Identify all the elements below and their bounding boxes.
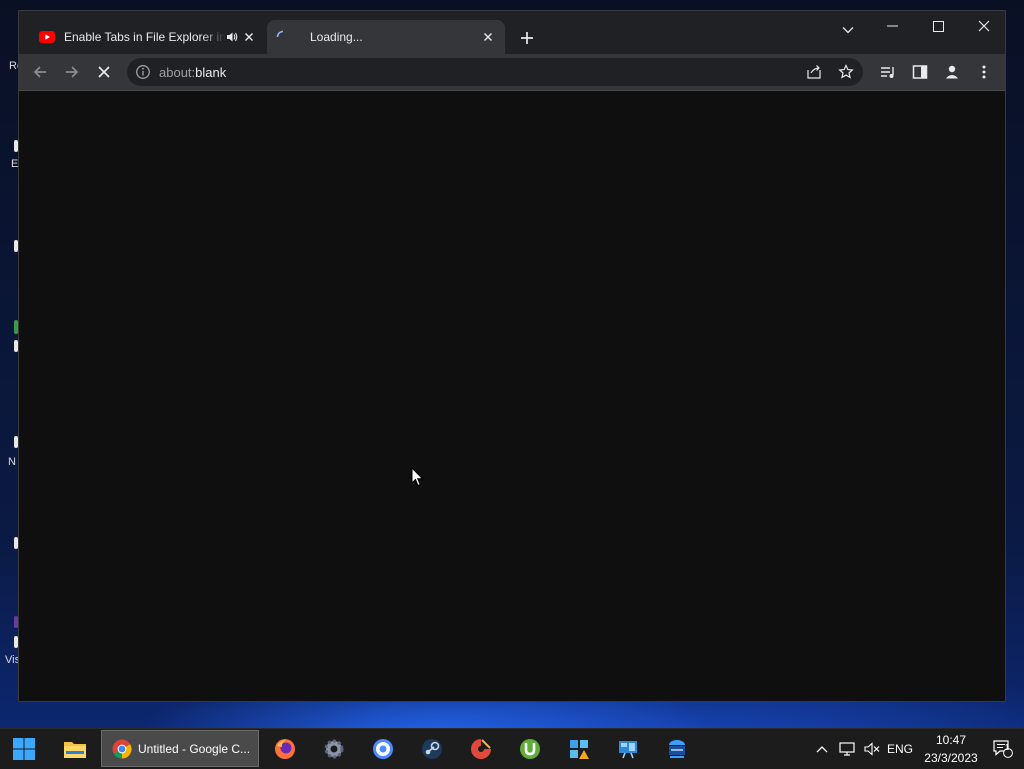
- file-explorer-icon: [64, 742, 86, 758]
- desktop-icon-recycle-bin[interactable]: Re: [0, 58, 23, 88]
- url-host: blank: [195, 65, 227, 80]
- account-icon: [945, 65, 959, 79]
- taskbar-app-grid[interactable]: [562, 733, 596, 765]
- tab-title: Loading...: [310, 30, 363, 44]
- desktop-icon-app-2[interactable]: [0, 320, 18, 352]
- opera-icon: [373, 739, 393, 759]
- utorrent-icon: [520, 739, 540, 759]
- taskbar-chrome[interactable]: Untitled - Google C...: [101, 730, 259, 767]
- kebab-menu-icon: [982, 65, 986, 79]
- close-icon: [978, 20, 990, 32]
- share-button[interactable]: [803, 61, 825, 83]
- browser-window: Enable Tabs in File Explorer in Windows …: [18, 10, 1006, 702]
- tab-title: Enable Tabs in File Explorer in Windows …: [64, 30, 226, 44]
- desktop-icon-visual-studio[interactable]: Vis: [0, 612, 20, 666]
- close-window-button[interactable]: [961, 11, 1007, 41]
- ccleaner-icon: [471, 739, 491, 759]
- steam-icon: [422, 739, 442, 759]
- clock-time: 10:47: [935, 733, 967, 747]
- mouse-cursor-icon: [411, 467, 424, 487]
- taskbar-vpn-app[interactable]: [660, 733, 694, 765]
- close-tab-icon[interactable]: [242, 28, 255, 46]
- taskbar-file-explorer[interactable]: [58, 733, 92, 765]
- profile-button[interactable]: [939, 59, 965, 85]
- playlist-music-icon: [881, 67, 894, 78]
- menu-button[interactable]: [971, 59, 997, 85]
- show-hidden-icons-button[interactable]: [812, 729, 832, 769]
- maximize-icon: [932, 20, 944, 32]
- volume-button[interactable]: [861, 729, 883, 769]
- volume-muted-icon: [864, 742, 880, 756]
- notification-count: 1: [1004, 743, 1010, 752]
- info-icon[interactable]: [135, 64, 151, 80]
- forward-button[interactable]: [59, 59, 85, 85]
- desktop-icon-app[interactable]: [0, 222, 18, 252]
- taskbar-steam[interactable]: [415, 733, 449, 765]
- arrow-left-icon: [33, 66, 46, 78]
- desktop-icon-app-3[interactable]: [0, 535, 18, 565]
- desktop-icon-notepad[interactable]: N: [0, 436, 18, 468]
- url-scheme: about:: [159, 65, 196, 80]
- media-control-button[interactable]: [875, 59, 901, 85]
- chevron-up-icon: [816, 746, 828, 753]
- windows-start-icon: [13, 738, 35, 760]
- firefox-icon: [275, 739, 295, 759]
- network-button[interactable]: [836, 729, 858, 769]
- tab-youtube[interactable]: Enable Tabs in File Explorer in Windows …: [31, 20, 263, 54]
- taskbar-utorrent[interactable]: [513, 733, 547, 765]
- taskbar-network-app[interactable]: [611, 733, 645, 765]
- close-tab-icon[interactable]: [479, 28, 497, 46]
- tab-loading[interactable]: Loading...: [267, 20, 505, 54]
- chevron-down-icon: [842, 27, 854, 34]
- address-bar[interactable]: about:blank: [127, 58, 863, 86]
- taskbar-ccleaner[interactable]: [464, 733, 498, 765]
- side-panel-button[interactable]: [907, 59, 933, 85]
- notifications-button[interactable]: 1: [990, 729, 1016, 769]
- minimize-icon: [886, 25, 898, 27]
- youtube-icon: [39, 29, 55, 45]
- plus-icon: [521, 32, 533, 44]
- network-app-icon: [619, 741, 637, 759]
- language-indicator[interactable]: ENG: [884, 729, 916, 769]
- close-icon: [98, 66, 110, 78]
- stop-loading-button[interactable]: [91, 59, 117, 85]
- vpn-icon: [669, 740, 685, 758]
- url-text: about:blank: [159, 65, 226, 80]
- share-icon: [807, 65, 821, 79]
- bookmark-button[interactable]: [835, 61, 857, 83]
- back-button[interactable]: [27, 59, 53, 85]
- browser-toolbar: about:blank: [19, 54, 1005, 91]
- minimize-button[interactable]: [869, 11, 915, 41]
- start-button[interactable]: [8, 733, 40, 765]
- page-viewport[interactable]: [19, 91, 1005, 701]
- tab-strip: Enable Tabs in File Explorer in Windows …: [19, 11, 1005, 54]
- arrow-right-icon: [66, 66, 79, 78]
- desktop-icon-edge[interactable]: E: [0, 140, 18, 170]
- taskbar-settings[interactable]: [317, 733, 351, 765]
- taskbar: Untitled - Google C... ENG 10:47 23/3/20…: [0, 728, 1024, 769]
- settings-icon: [324, 739, 344, 759]
- loading-spinner-icon: [275, 29, 291, 45]
- desktop-icon-label: N: [8, 456, 16, 468]
- app-grid-icon: [570, 740, 589, 759]
- chrome-icon: [112, 739, 132, 758]
- maximize-button[interactable]: [915, 11, 961, 41]
- speaker-icon[interactable]: [226, 29, 238, 45]
- taskbar-firefox[interactable]: [268, 733, 302, 765]
- side-panel-icon: [912, 65, 928, 79]
- taskbar-opera-gx[interactable]: [366, 733, 400, 765]
- network-icon: [839, 742, 855, 756]
- star-icon: [838, 64, 854, 79]
- clock[interactable]: 10:47 23/3/2023: [918, 731, 984, 767]
- clock-date: 23/3/2023: [924, 751, 978, 765]
- taskbar-app-label: Untitled - Google C...: [138, 741, 251, 756]
- new-tab-button[interactable]: [516, 27, 538, 49]
- tab-search-button[interactable]: [837, 19, 859, 41]
